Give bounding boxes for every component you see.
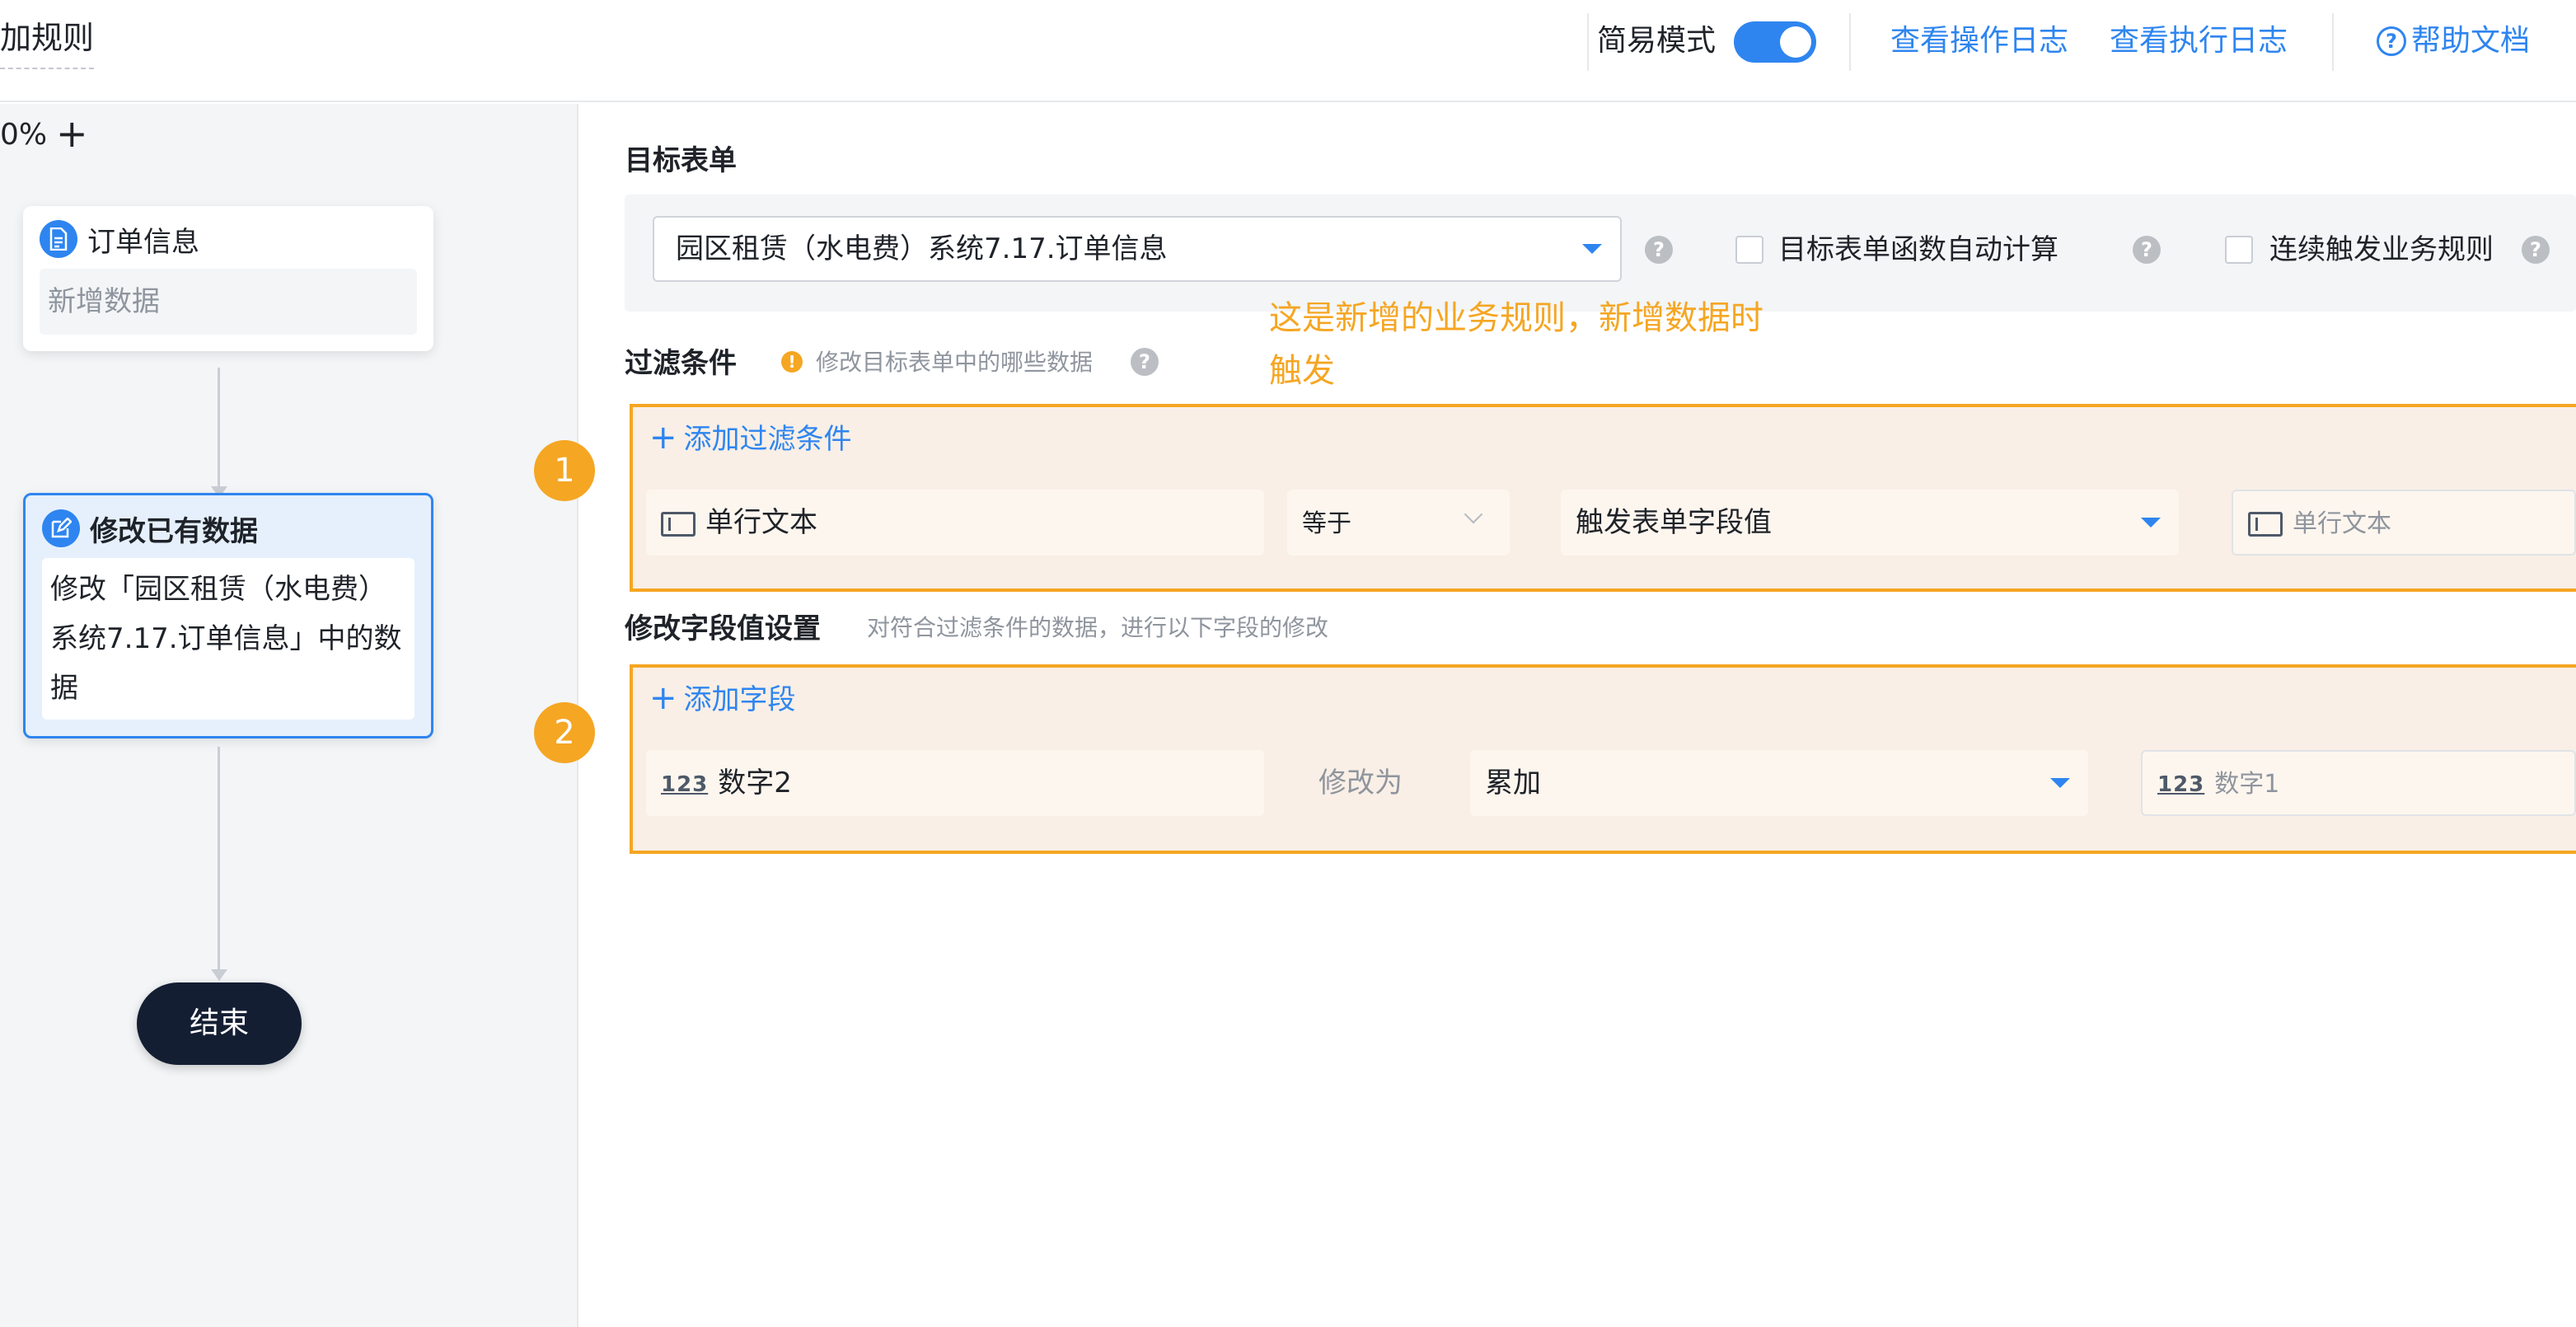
modify-fields-frame: + 添加字段 123 数字2 修改为 累加 123 数字1 [630,664,2576,854]
execution-log-link[interactable]: 查看执行日志 [2110,18,2288,64]
rule-config-panel: 目标表单 园区租赁（水电费）系统7.17.订单信息 ? 目标表单函数自动计算 ?… [534,104,2576,1327]
trigger-node-action: 新增数据 [40,269,417,335]
modify-data-node[interactable]: 修改已有数据 修改「园区租赁（水电费）系统7.17.订单信息」中的数据 [23,493,433,739]
modify-node-description: 修改「园区租赁（水电费）系统7.17.订单信息」中的数据 [42,558,415,720]
chevron-down-icon [1464,504,1483,524]
target-form-select[interactable]: 园区租赁（水电费）系统7.17.订单信息 [653,216,1622,282]
target-form-value: 园区租赁（水电费）系统7.17.订单信息 [676,232,1168,265]
trigger-node-title: 订单信息 [87,225,199,259]
auto-calc-checkbox[interactable] [1735,236,1763,264]
number-field-icon: 123 [661,771,709,797]
help-icon[interactable]: ? [1645,236,1673,264]
edit-icon [42,509,80,547]
text-field-icon [661,511,696,537]
filter-value-field-name: 单行文本 [2293,509,2391,538]
filter-operator-select[interactable]: 等于 [1287,490,1510,556]
flow-canvas: 0% + 订单信息 新增数据 修改已有数据 修改「园区租赁（水电费）系统7.17… [0,104,578,1327]
modify-value-field-name: 数字1 [2214,770,2280,799]
modify-method-value: 累加 [1485,767,1541,799]
flow-connector [218,368,220,491]
filter-value-type-select[interactable]: 触发表单字段值 [1561,490,2179,556]
step-badge-2: 2 [534,702,595,763]
filter-value-type: 触发表单字段值 [1576,506,1772,539]
modify-field-name: 数字2 [718,767,792,799]
add-field-label: 添加字段 [683,683,796,716]
warning-icon: ! [781,351,803,373]
add-field-button[interactable]: + 添加字段 [649,678,796,720]
auto-calc-label: 目标表单函数自动计算 [1778,233,2058,266]
text-field-icon [2248,511,2283,537]
header-divider [1849,13,1851,71]
add-filter-label: 添加过滤条件 [683,423,852,456]
modify-section-title: 修改字段值设置 [625,612,821,645]
trigger-node[interactable]: 订单信息 新增数据 [23,206,433,351]
filter-conditions-frame: + 添加过滤条件 单行文本 等于 触发表单字段值 单行文本 [630,404,2576,592]
header-divider [1587,13,1589,71]
modify-value-field-select[interactable]: 123 数字1 [2141,750,2576,816]
question-circle-icon: ? [2377,26,2406,56]
filter-hint: 修改目标表单中的哪些数据 [816,349,1094,376]
filter-field-name: 单行文本 [705,506,817,539]
modify-method-select[interactable]: 累加 [1470,750,2088,816]
filter-operator-value: 等于 [1302,509,1351,538]
chain-trigger-label: 连续触发业务规则 [2269,233,2494,266]
modify-as-label: 修改为 [1318,767,1403,799]
help-docs-link[interactable]: ? 帮助文档 [2377,18,2530,64]
simple-mode-label: 简易模式 [1597,24,1717,58]
add-filter-button[interactable]: + 添加过滤条件 [649,417,852,460]
help-icon[interactable]: ? [2522,236,2550,264]
modify-hint: 对符合过滤条件的数据，进行以下字段的修改 [867,614,1329,641]
help-icon[interactable]: ? [1131,348,1159,376]
arrow-down-icon [211,969,227,981]
annotation-note: 这是新增的业务规则，新增数据时触发 [1269,299,1763,390]
caret-down-icon [2050,778,2070,788]
zoom-in-button[interactable]: + [56,110,88,157]
plus-icon: + [649,419,677,457]
filter-value-field-select[interactable]: 单行文本 [2232,490,2576,556]
top-header: 加规则 简易模式 查看操作日志 查看执行日志 ? 帮助文档 [0,0,2576,102]
flow-connector [218,747,220,974]
toggle-knob [1780,26,1811,58]
page-title: 加规则 [0,13,95,69]
modify-field-select[interactable]: 123 数字2 [646,750,1264,816]
step-badge-1: 1 [534,440,595,501]
number-field-icon: 123 [2157,771,2205,797]
target-form-title: 目标表单 [625,144,737,177]
operation-log-link[interactable]: 查看操作日志 [1890,18,2068,64]
caret-down-icon [1582,244,1602,254]
help-icon[interactable]: ? [2133,236,2161,264]
chain-trigger-checkbox[interactable] [2225,236,2253,264]
plus-icon: + [649,679,677,717]
zoom-level: 0% [0,118,48,152]
filter-field-select[interactable]: 单行文本 [646,490,1264,556]
end-node[interactable]: 结束 [137,982,302,1065]
modify-node-title: 修改已有数据 [90,514,258,548]
simple-mode-toggle[interactable] [1734,21,1816,63]
header-divider [2332,13,2334,71]
filter-section-title: 过滤条件 [625,347,737,380]
document-icon [40,220,77,258]
caret-down-icon [2141,518,2161,528]
help-docs-label: 帮助文档 [2411,24,2531,58]
